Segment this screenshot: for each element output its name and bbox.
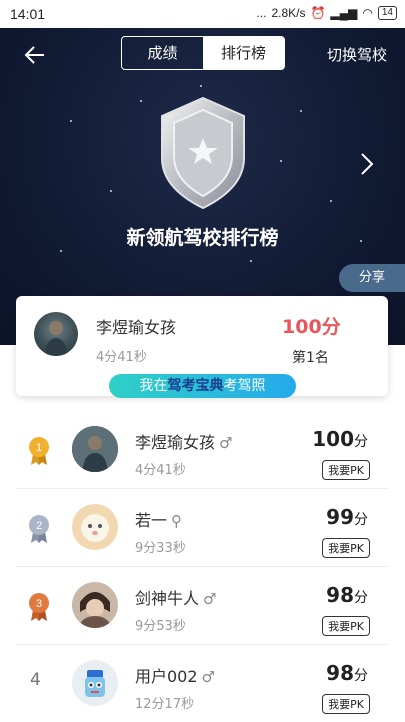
list-item[interactable]: 1 李煜瑜女孩 ♂ 4分41秒 100分 我要PK bbox=[16, 410, 388, 489]
my-name: 李煜瑜女孩 bbox=[96, 318, 177, 337]
list-item[interactable]: 4 用户002 ♂ 12分17秒 98分 我要PK bbox=[16, 644, 388, 722]
my-rank: 第1名 bbox=[292, 350, 329, 366]
page-title: 新领航驾校排行榜 bbox=[126, 227, 279, 249]
status-icons: ... 2.8K/s ⏰ ▂▄▆ ◠ 14 bbox=[256, 6, 397, 20]
signal-icon: ▂▄▆ bbox=[330, 6, 358, 20]
gender-unknown-icon: ⚲ bbox=[171, 512, 183, 530]
medal-number: 2 bbox=[36, 520, 42, 532]
score-value: 100 bbox=[312, 427, 354, 451]
silver-medal-icon: 2 bbox=[29, 515, 49, 543]
list-item[interactable]: 2 若一 ⚲ 9分33秒 99分 我要PK bbox=[16, 488, 388, 567]
banner-brand: 驾考宝典 bbox=[167, 378, 224, 394]
wifi-icon: ◠ bbox=[362, 6, 373, 20]
user-score: 99分 bbox=[326, 505, 368, 529]
user-name-text: 剑神牛人 bbox=[135, 589, 200, 608]
male-icon: ♂ bbox=[203, 590, 217, 608]
list-item[interactable]: 3 剑神牛人 ♂ 9分53秒 98分 我要PK bbox=[16, 566, 388, 645]
pk-button[interactable]: 我要PK bbox=[322, 694, 370, 714]
avatar bbox=[72, 504, 118, 550]
user-score: 100分 bbox=[312, 427, 368, 451]
tab-ranking[interactable]: 排行榜 bbox=[203, 37, 284, 69]
user-score: 98分 bbox=[326, 661, 368, 685]
status-bar: 14:01 ... 2.8K/s ⏰ ▂▄▆ ◠ 14 bbox=[0, 0, 405, 28]
user-name: 用户002 ♂ bbox=[135, 663, 215, 687]
medal-number: 1 bbox=[36, 442, 42, 454]
promo-banner[interactable]: 我在驾考宝典考驾照 bbox=[109, 374, 296, 398]
avatar bbox=[72, 582, 118, 628]
alarm-icon: ⏰ bbox=[310, 6, 326, 20]
banner-suffix: 考驾照 bbox=[223, 378, 266, 394]
score-unit: 分 bbox=[354, 668, 368, 684]
battery-icon: 14 bbox=[377, 6, 397, 20]
segmented-control: 成绩 排行榜 bbox=[121, 36, 285, 70]
avatar bbox=[34, 312, 78, 356]
user-name: 若一 ⚲ bbox=[135, 507, 182, 531]
network-speed: 2.8K/s bbox=[271, 6, 306, 20]
male-icon: ♂ bbox=[219, 434, 233, 452]
gold-medal-icon: 1 bbox=[29, 437, 49, 465]
pk-button[interactable]: 我要PK bbox=[322, 460, 370, 480]
user-name-text: 若一 bbox=[135, 511, 168, 530]
top-nav: 成绩 排行榜 切换驾校 bbox=[0, 28, 405, 80]
status-dots: ... bbox=[256, 6, 267, 20]
medal-number: 3 bbox=[36, 598, 42, 610]
score-value: 98 bbox=[326, 661, 354, 685]
pk-button[interactable]: 我要PK bbox=[322, 616, 370, 636]
shield-badge-icon bbox=[161, 96, 245, 210]
back-arrow-icon[interactable] bbox=[20, 40, 50, 70]
score-unit: 分 bbox=[354, 590, 368, 606]
user-name: 李煜瑜女孩 ♂ bbox=[135, 429, 232, 453]
user-name-text: 李煜瑜女孩 bbox=[135, 433, 216, 452]
user-time: 12分17秒 bbox=[135, 697, 195, 712]
user-score: 98分 bbox=[326, 583, 368, 607]
tab-scores[interactable]: 成绩 bbox=[122, 37, 203, 69]
user-time: 4分41秒 bbox=[135, 463, 186, 478]
score-unit: 分 bbox=[354, 512, 368, 528]
bronze-medal-icon: 3 bbox=[29, 593, 49, 621]
my-rank-card: 李煜瑜女孩 4分41秒 100分 第1名 我在驾考宝典考驾照 bbox=[16, 296, 388, 398]
score-value: 99 bbox=[326, 505, 354, 529]
rank-number: 4 bbox=[30, 670, 41, 690]
user-time: 9分53秒 bbox=[135, 619, 186, 634]
user-name: 剑神牛人 ♂ bbox=[135, 585, 216, 609]
male-icon: ♂ bbox=[201, 668, 215, 686]
score-unit: 分 bbox=[354, 434, 368, 450]
status-time: 14:01 bbox=[10, 6, 46, 22]
share-button[interactable]: 分享 bbox=[339, 264, 405, 292]
my-score: 100分 bbox=[282, 316, 341, 338]
user-name-text: 用户002 bbox=[135, 667, 198, 686]
pk-button[interactable]: 我要PK bbox=[322, 538, 370, 558]
avatar bbox=[72, 660, 118, 706]
switch-school-button[interactable]: 切换驾校 bbox=[327, 44, 387, 65]
score-value: 98 bbox=[326, 583, 354, 607]
avatar bbox=[72, 426, 118, 472]
banner-prefix: 我在 bbox=[139, 378, 168, 394]
my-time: 4分41秒 bbox=[96, 350, 147, 365]
chevron-right-icon[interactable] bbox=[359, 152, 375, 176]
user-time: 9分33秒 bbox=[135, 541, 186, 556]
